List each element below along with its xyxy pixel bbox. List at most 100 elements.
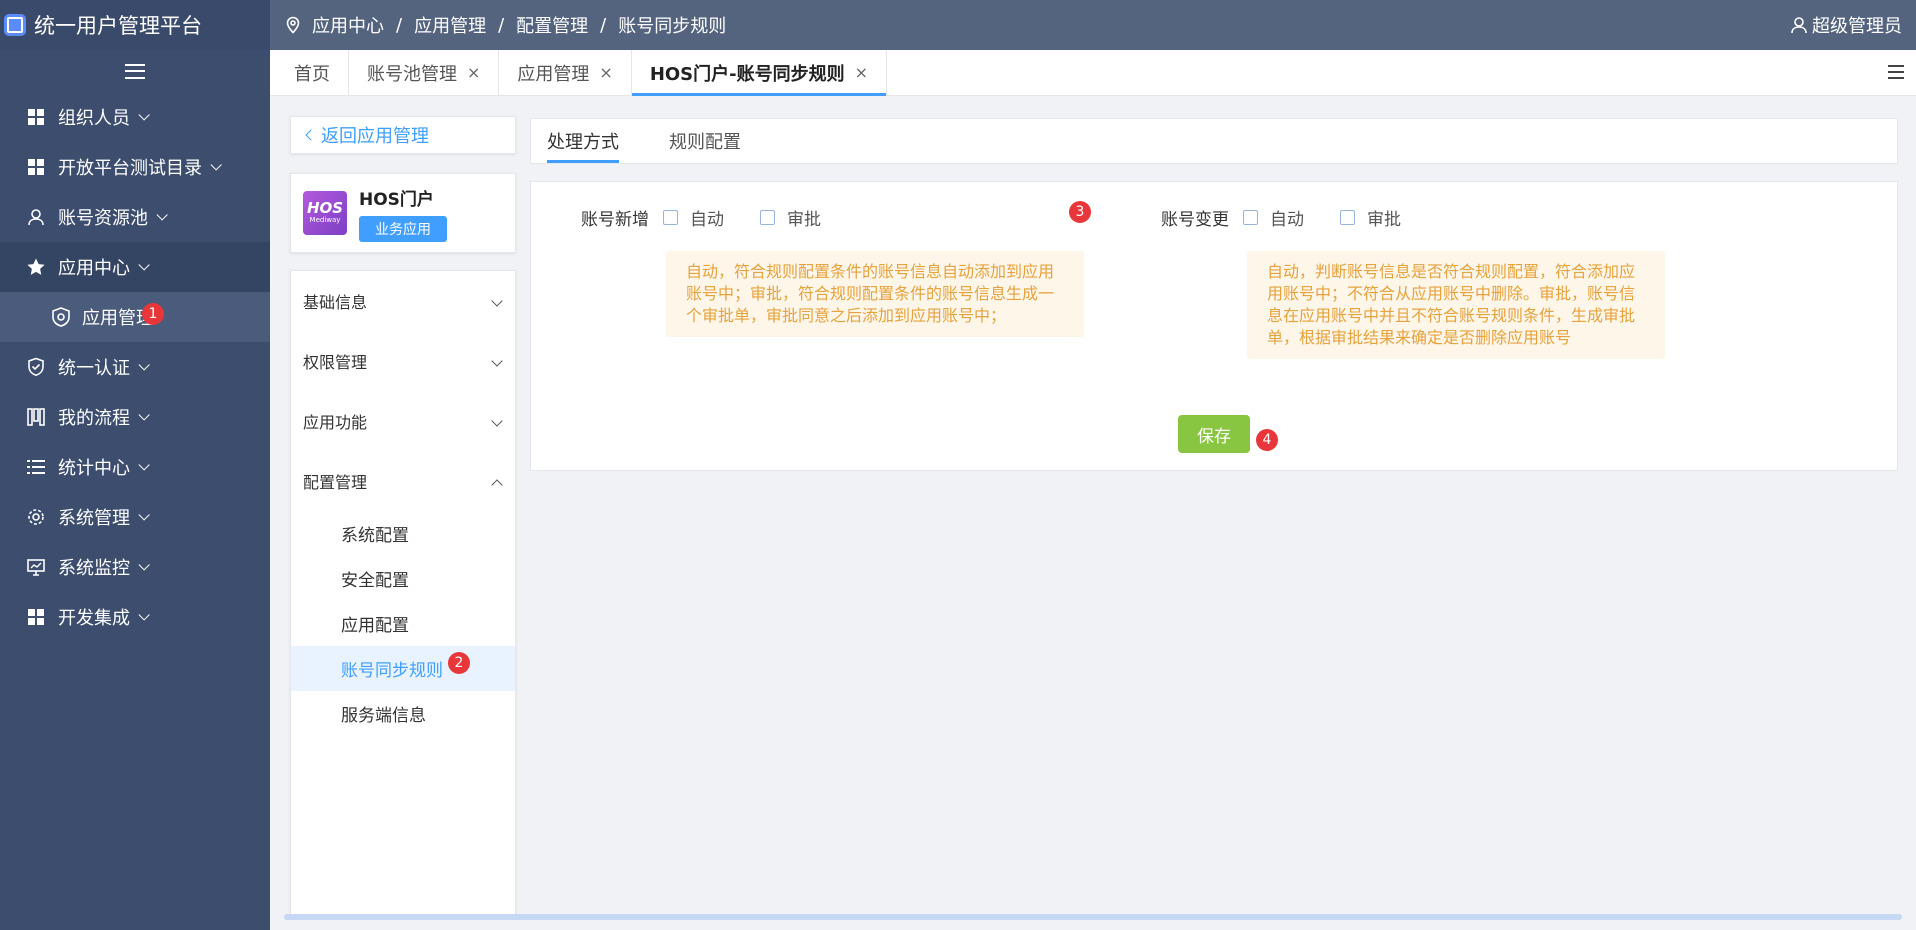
chevron-down-icon	[138, 559, 150, 571]
back-to-app-manage-link[interactable]: 返回应用管理	[290, 116, 516, 154]
tab-menu-icon[interactable]	[1888, 65, 1904, 79]
grid-icon	[26, 607, 46, 627]
chevron-down-icon	[138, 359, 150, 371]
sidebar-item-account-pool[interactable]: 账号资源池	[0, 192, 270, 242]
close-icon[interactable]: ×	[855, 63, 868, 82]
sidebar-item-dev-integration[interactable]: 开发集成	[0, 592, 270, 642]
sidebar-item-label: 组织人员	[58, 108, 130, 129]
nav-group-basic-info[interactable]: 基础信息	[291, 271, 515, 331]
app-type-tag: 业务应用	[359, 215, 447, 242]
checkbox-label: 自动	[690, 209, 724, 230]
breadcrumb-separator: /	[396, 14, 403, 36]
app-info-card: HOS Mediway HOS门户 业务应用	[290, 173, 516, 253]
nav-group-permission[interactable]: 权限管理	[291, 331, 515, 391]
processing-mode-form: 账号新增 自动 审批 自动，符合规则配置条件的账号信息自动添加到应用账号中；审批…	[530, 181, 1898, 471]
gear-icon	[26, 507, 46, 527]
nav-group-label: 应用功能	[303, 413, 368, 432]
chevron-down-icon	[491, 355, 503, 367]
tab-home[interactable]: 首页	[276, 50, 349, 95]
horizontal-scrollbar[interactable]	[284, 914, 1902, 920]
nav-item-label: 系统配置	[341, 526, 409, 546]
nav-group-app-function[interactable]: 应用功能	[291, 391, 515, 451]
content-tabs: 处理方式 规则配置	[530, 118, 1898, 164]
platform-logo-icon	[4, 14, 26, 36]
account-add-note: 自动，符合规则配置条件的账号信息自动添加到应用账号中；审批，符合规则配置条件的账…	[666, 251, 1084, 337]
list-icon	[26, 457, 46, 477]
nav-item-server-info[interactable]: 服务端信息	[291, 691, 515, 736]
page-tabs: 首页 账号池管理 × 应用管理 × HOS门户-账号同步规则 ×	[270, 50, 1916, 96]
tab-app-manage[interactable]: 应用管理 ×	[499, 50, 632, 95]
nav-group-config-manage[interactable]: 配置管理	[291, 451, 515, 511]
app-logo-text: HOS	[306, 199, 344, 217]
nav-group-label: 基础信息	[303, 293, 368, 312]
account-change-auto-checkbox[interactable]: 自动	[1243, 205, 1304, 230]
save-button[interactable]: 保存	[1178, 415, 1250, 453]
checkbox-label: 审批	[787, 209, 821, 230]
nav-item-app-config[interactable]: 应用配置	[291, 601, 515, 646]
hamburger-icon	[125, 63, 145, 79]
user-name: 超级管理员	[1812, 16, 1902, 37]
sidebar-toggle-button[interactable]	[0, 50, 270, 92]
nav-item-label: 服务端信息	[341, 706, 426, 726]
account-add-label: 账号新增	[581, 209, 649, 230]
breadcrumb-item[interactable]: 配置管理	[516, 12, 588, 38]
sidebar-item-system-manage[interactable]: 系统管理	[0, 492, 270, 542]
sidebar-item-open-platform-test[interactable]: 开放平台测试目录	[0, 142, 270, 192]
nav-item-account-sync-rule[interactable]: 账号同步规则 2	[291, 646, 515, 691]
close-icon[interactable]: ×	[467, 63, 480, 82]
sidebar-item-app-center[interactable]: 应用中心	[0, 242, 270, 292]
tab-processing-mode[interactable]: 处理方式	[547, 119, 619, 163]
grid-icon	[26, 157, 46, 177]
breadcrumb-item[interactable]: 应用中心	[312, 12, 384, 38]
back-label: 返回应用管理	[321, 126, 429, 147]
chevron-down-icon	[156, 209, 168, 221]
sidebar-item-org-people[interactable]: 组织人员	[0, 92, 270, 142]
step-badge: 2	[448, 652, 470, 674]
tab-account-pool[interactable]: 账号池管理 ×	[349, 50, 500, 95]
user-menu[interactable]: 超级管理员	[1790, 0, 1902, 50]
chevron-down-icon	[138, 459, 150, 471]
sidebar: 统一用户管理平台 组织人员 开放平台测试目录 账号资源池 应用中心 应用管理 1	[0, 0, 270, 930]
breadcrumb-separator: /	[498, 14, 505, 36]
platform-title: 统一用户管理平台	[34, 14, 202, 38]
chevron-left-icon	[305, 129, 317, 141]
user-icon	[1791, 17, 1807, 34]
shield-icon	[26, 357, 46, 377]
sidebar-subitem-app-manage[interactable]: 应用管理 1	[0, 292, 270, 342]
nav-group-label: 权限管理	[303, 353, 368, 372]
nav-item-label: 安全配置	[341, 571, 409, 591]
sidebar-item-system-monitor[interactable]: 系统监控	[0, 542, 270, 592]
nav-item-label: 应用配置	[341, 616, 409, 636]
sidebar-item-label: 统一认证	[58, 358, 130, 379]
nav-item-security-config[interactable]: 安全配置	[291, 556, 515, 601]
sidebar-item-stats-center[interactable]: 统计中心	[0, 442, 270, 492]
sidebar-item-label: 应用中心	[58, 258, 130, 279]
account-change-row: 账号变更 自动 审批	[1161, 202, 1437, 232]
tab-account-sync-rule[interactable]: HOS门户-账号同步规则 ×	[631, 50, 888, 96]
tab-label: HOS门户-账号同步规则	[649, 63, 845, 85]
nav-group-label: 配置管理	[303, 473, 368, 492]
close-icon[interactable]: ×	[599, 63, 612, 82]
sidebar-item-label: 我的流程	[58, 408, 130, 429]
user-icon	[26, 207, 46, 227]
chevron-down-icon	[138, 259, 150, 271]
account-add-row: 账号新增 自动 审批	[581, 202, 857, 232]
account-add-approve-checkbox[interactable]: 审批	[760, 205, 821, 230]
tab-label: 规则配置	[669, 132, 741, 153]
sidebar-item-unified-auth[interactable]: 统一认证	[0, 342, 270, 392]
chevron-down-icon	[138, 509, 150, 521]
account-change-approve-checkbox[interactable]: 审批	[1340, 205, 1401, 230]
breadcrumb-item[interactable]: 应用管理	[414, 12, 486, 38]
breadcrumb-item: 账号同步规则	[618, 16, 727, 37]
account-add-auto-checkbox[interactable]: 自动	[663, 205, 724, 230]
tab-rule-config[interactable]: 规则配置	[669, 119, 741, 163]
account-change-label: 账号变更	[1161, 209, 1229, 230]
account-change-note: 自动，判断账号信息是否符合规则配置，符合添加应用账号中；不符合从应用账号中删除。…	[1247, 251, 1665, 359]
sidebar-item-my-process[interactable]: 我的流程	[0, 392, 270, 442]
chevron-down-icon	[491, 295, 503, 307]
breadcrumb-separator: /	[600, 14, 607, 36]
nav-item-system-config[interactable]: 系统配置	[291, 511, 515, 556]
app-manage-icon	[50, 306, 72, 328]
monitor-icon	[26, 557, 46, 577]
tab-label: 处理方式	[547, 132, 619, 153]
